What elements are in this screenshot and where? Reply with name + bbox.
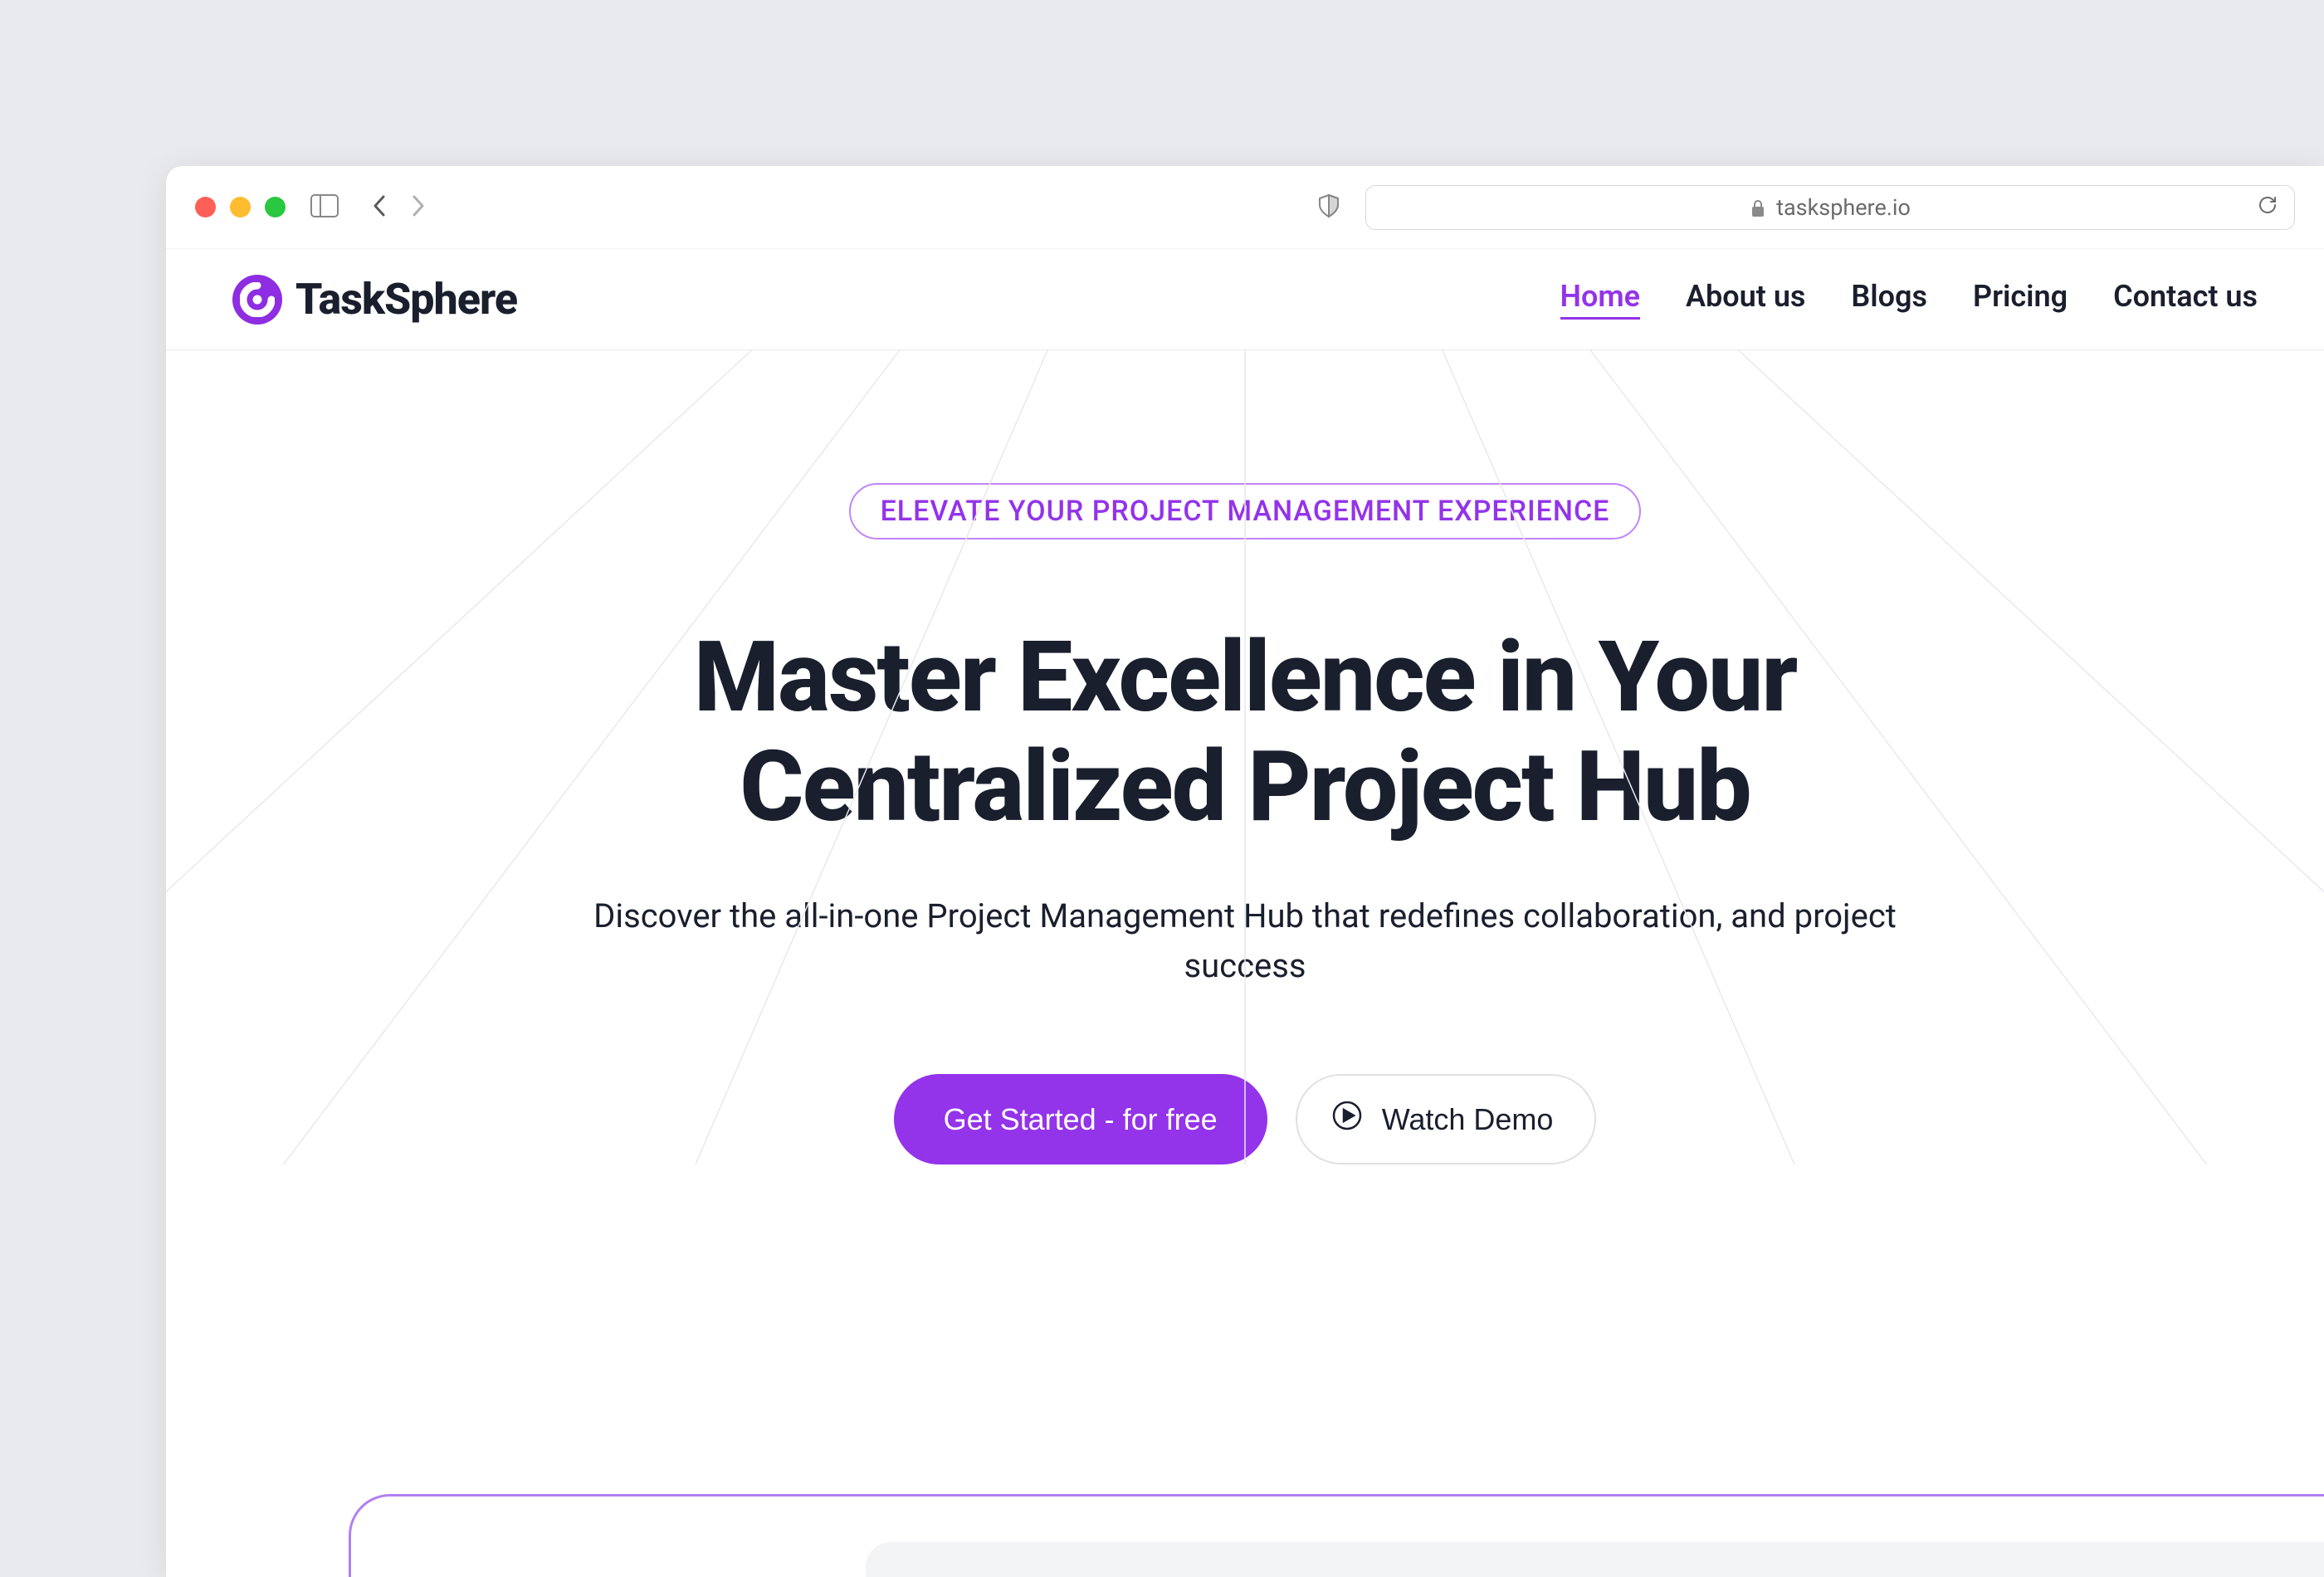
browser-nav-arrows [372,193,426,222]
brand-name: TaskSphere [295,274,517,325]
lock-icon [1750,194,1766,221]
dashboard-preview-frame [349,1494,2324,1577]
privacy-shield-icon[interactable] [1317,193,1340,222]
watch-demo-label: Watch Demo [1382,1102,1554,1137]
nav-blogs[interactable]: Blogs [1851,279,1927,320]
nav-pricing[interactable]: Pricing [1973,279,2068,320]
hero-title: Master Excellence in Your Centralized Pr… [232,622,2258,842]
nav-about[interactable]: About us [1686,279,1805,320]
dashboard-content-area [866,1542,2324,1577]
sidebar-toggle-icon[interactable] [310,194,339,221]
close-window-button[interactable] [195,197,216,217]
hero-subtitle: Discover the all-in-one Project Manageme… [540,891,1950,991]
hero-eyebrow: ELEVATE YOUR PROJECT MANAGEMENT EXPERIEN… [849,483,1642,540]
nav-contact[interactable]: Contact us [2113,279,2258,320]
logo-mark-icon [232,275,282,325]
watch-demo-button[interactable]: Watch Demo [1296,1074,1597,1164]
brand-logo[interactable]: TaskSphere [232,274,517,325]
refresh-icon[interactable] [2258,194,2278,221]
hero-section: ELEVATE YOUR PROJECT MANAGEMENT EXPERIEN… [166,350,2324,1164]
window-controls [195,197,286,217]
nav-home[interactable]: Home [1560,279,1641,320]
get-started-button[interactable]: Get Started - for free [894,1074,1267,1164]
address-bar[interactable]: tasksphere.io [1365,185,2295,230]
maximize-window-button[interactable] [265,197,286,217]
forward-button[interactable] [409,193,426,222]
minimize-window-button[interactable] [230,197,251,217]
url-text: tasksphere.io [1776,194,1911,221]
browser-window: tasksphere.io TaskSphere Home About us B… [166,166,2324,1577]
play-icon [1330,1099,1364,1140]
dashboard-sidebar-area [379,1525,844,1577]
browser-chrome: tasksphere.io [166,166,2324,249]
cta-row: Get Started - for free Watch Demo [232,1074,2258,1164]
back-button[interactable] [372,193,388,222]
primary-nav: Home About us Blogs Pricing Contact us [1560,279,2258,320]
hero-title-line2: Centralized Project Hub [740,730,1750,844]
site-header: TaskSphere Home About us Blogs Pricing C… [166,249,2324,350]
hero-title-line1: Master Excellence in Your [694,620,1797,735]
